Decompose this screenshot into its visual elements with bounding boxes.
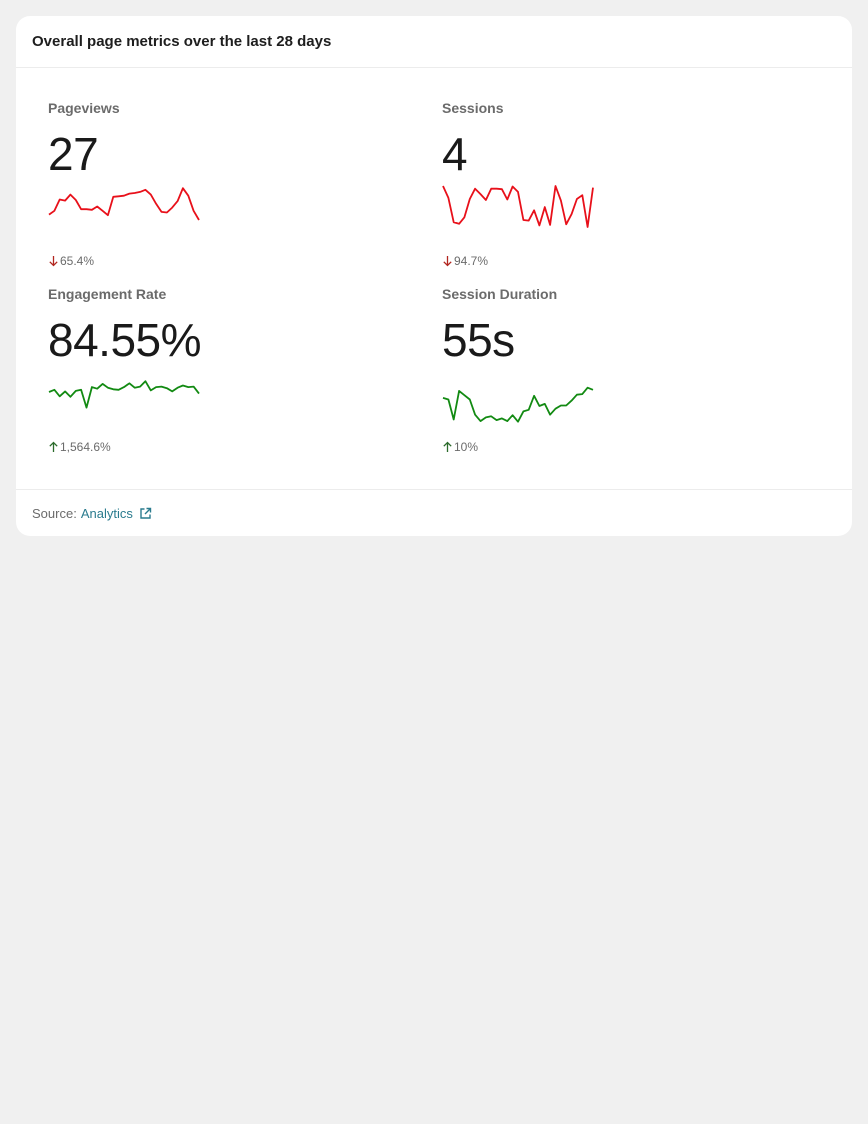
sparkline-sessions — [442, 185, 594, 228]
external-link-icon — [140, 507, 152, 519]
sparkline-line — [48, 187, 200, 221]
card-title: Overall page metrics over the last 28 da… — [32, 33, 332, 50]
sparkline-pageviews — [48, 187, 200, 221]
sparkline-line — [442, 185, 594, 228]
metric-value: 55s — [442, 314, 515, 366]
sparkline-line — [48, 380, 200, 409]
metric-change: 10% — [442, 440, 478, 454]
metric-label: Pageviews — [48, 100, 120, 116]
analytics-link[interactable]: Analytics — [81, 506, 152, 521]
metric-value: 84.55% — [48, 314, 202, 366]
metric-label: Engagement Rate — [48, 286, 167, 302]
sparkline-engagement-rate — [48, 380, 200, 409]
sparkline-session-duration — [442, 386, 594, 423]
metric-value: 27 — [48, 128, 99, 180]
sparkline-line — [442, 386, 594, 423]
source-label: Source: — [32, 505, 77, 521]
metric-label: Sessions — [442, 100, 504, 116]
metrics-grid: Pageviews 27 65.4% Sessions 4 94.7% Enga… — [16, 68, 852, 488]
metrics-card: Overall page metrics over the last 28 da… — [16, 16, 852, 536]
card-footer: Source: Analytics — [16, 489, 852, 536]
analytics-link-label: Analytics — [80, 505, 133, 521]
metric-change: 1,564.6% — [48, 440, 111, 454]
metric-value: 4 — [442, 128, 468, 180]
metric-pageviews: Pageviews 27 65.4% — [48, 68, 408, 268]
metric-label: Session Duration — [442, 286, 558, 302]
metric-change-value: 10% — [454, 440, 479, 454]
metric-sessions: Sessions 4 94.7% — [442, 68, 802, 268]
arrow-up-icon — [49, 441, 58, 452]
metric-session-duration: Session Duration 55s 10% — [442, 254, 802, 454]
arrow-up-icon — [443, 441, 452, 452]
card-header: Overall page metrics over the last 28 da… — [16, 16, 852, 68]
metric-engagement-rate: Engagement Rate 84.55% 1,564.6% — [48, 254, 408, 454]
metric-change-value: 1,564.6% — [60, 440, 111, 454]
